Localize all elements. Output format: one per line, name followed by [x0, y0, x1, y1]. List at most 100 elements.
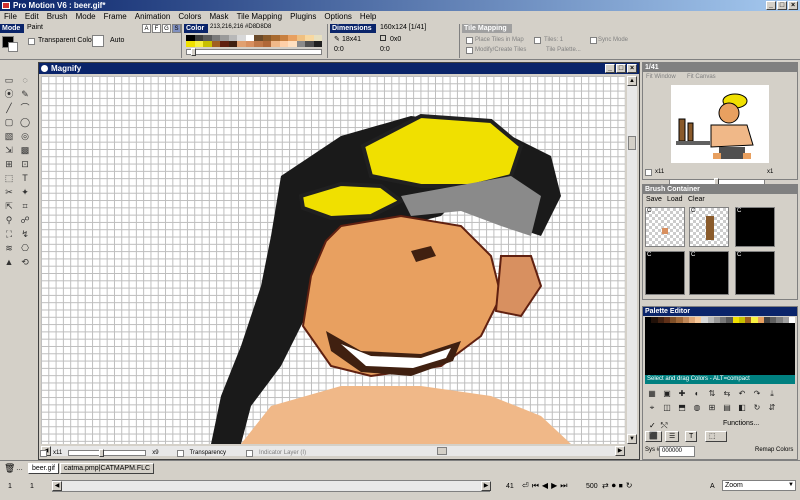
color-palette-strip[interactable] [186, 35, 322, 47]
effect-tool-icon[interactable]: ↯ [18, 228, 32, 241]
toolbar-color-swatch[interactable] [220, 41, 229, 47]
palette-undo-icon[interactable]: ↶ [737, 389, 747, 398]
palette-tab-2[interactable]: ☰ [665, 431, 680, 442]
pencil-tool-icon[interactable]: ✎ [18, 88, 32, 101]
filled-rect-tool-icon[interactable]: ▧ [2, 130, 16, 143]
brush-slot-5[interactable]: C [689, 251, 729, 295]
toolbar-color-swatch[interactable] [271, 41, 280, 47]
palette-tab-4[interactable]: ⬚ [705, 431, 727, 442]
mode-letter-s[interactable]: S [172, 24, 181, 33]
palette-grid-icon[interactable]: ▦ [647, 389, 657, 398]
rectangle-tool-icon[interactable]: ▢ [2, 116, 16, 129]
text-tool-icon[interactable]: T [18, 172, 32, 185]
menu-edit[interactable]: Edit [25, 12, 39, 21]
magnify-vertical-scrollbar[interactable]: ▲ ▼ [627, 76, 637, 444]
trash-icon[interactable]: 🗑 [4, 463, 15, 474]
tile-palette-button[interactable]: Tile Palette... [546, 47, 581, 53]
timeline-slider[interactable]: ◀ ▶ [52, 480, 491, 492]
brush-load-button[interactable]: Load [667, 196, 683, 203]
palette-down-icon[interactable]: ⤓ [767, 389, 777, 398]
menu-plugins[interactable]: Plugins [290, 12, 316, 21]
zoom-checkbox[interactable] [40, 449, 47, 457]
preview-zoom-checkbox[interactable] [645, 169, 652, 176]
menu-file[interactable]: File [4, 12, 17, 21]
sync-mode-checkbox[interactable] [590, 37, 597, 44]
toolbar-color-swatch[interactable] [203, 41, 212, 47]
brush-save-button[interactable]: Save [646, 196, 662, 203]
line-tool-icon[interactable]: ╱ [2, 102, 16, 115]
fill-tool-icon[interactable]: ⇲ [2, 144, 16, 157]
menu-frame[interactable]: Frame [104, 12, 127, 21]
palette-swap-icon[interactable]: ⇆ [722, 389, 732, 398]
shape-tool-icon[interactable]: ⎔ [18, 242, 32, 255]
move-tool-icon[interactable]: ⇱ [2, 200, 16, 213]
palette-rotate-icon[interactable]: ↻ [752, 403, 762, 412]
link-tool-icon[interactable]: ☍ [18, 214, 32, 227]
first-frame-icon[interactable]: ⏮ [532, 481, 539, 491]
spray-tool-icon[interactable]: ◎ [18, 130, 32, 143]
toolbar-color-swatch[interactable] [186, 41, 195, 47]
scroll-up-button[interactable]: ▲ [627, 76, 637, 86]
magnify-maximize-button[interactable]: □ [616, 64, 626, 73]
toolbar-color-swatch[interactable] [288, 41, 297, 47]
play-loop-icon[interactable]: ⏎ [522, 481, 529, 491]
cut-tool-icon[interactable]: ✂ [2, 186, 16, 199]
pattern-tool-icon[interactable]: ▩ [18, 144, 32, 157]
remap-colors-button[interactable]: Remap Colors [755, 447, 793, 453]
mode-letter-f[interactable]: F [152, 24, 161, 33]
palette-fill-icon[interactable]: ⬒ [677, 403, 687, 412]
brush-slot-6[interactable]: C [735, 251, 775, 295]
toolbar-color-swatch[interactable] [237, 41, 246, 47]
brush-slot-4[interactable]: C [645, 251, 685, 295]
rect-select-tool-icon[interactable]: ▭ [2, 74, 16, 87]
scroll-down-button[interactable]: ▼ [627, 434, 637, 444]
play-icon[interactable]: ▶ [551, 481, 557, 491]
mode-letter-g[interactable]: G [162, 24, 171, 33]
palette-hex-field[interactable]: 000000 [659, 446, 695, 457]
mode-letter-a[interactable]: A [142, 24, 151, 33]
tiles-count-checkbox[interactable] [534, 37, 541, 44]
pingpong-icon[interactable]: ⇄ [602, 481, 609, 491]
transparent-color-swatch[interactable] [92, 35, 104, 47]
palette-target-icon[interactable]: ⌖ [647, 403, 657, 412]
curve-tool-icon[interactable]: ⌒ [18, 102, 32, 115]
frame-tool-icon[interactable]: ⛶ [2, 228, 16, 241]
fit-window-button[interactable]: Fit Window [646, 74, 676, 80]
smear-tool-icon[interactable]: ≋ [2, 242, 16, 255]
ellipse-tool-icon[interactable]: ◯ [18, 116, 32, 129]
hash-tool-icon[interactable]: ⌗ [18, 200, 32, 213]
functions-button[interactable]: Functions... [723, 420, 759, 427]
toolbar-color-swatch[interactable] [245, 41, 254, 47]
transparency-checkbox[interactable] [176, 449, 184, 457]
palette-add-icon[interactable]: ✚ [677, 389, 687, 398]
brush-slot-3[interactable]: C [735, 207, 775, 247]
palette-reverse-icon[interactable]: ⇵ [767, 403, 777, 412]
color-slider[interactable] [186, 48, 322, 56]
palette-blend-icon[interactable]: ◍ [692, 403, 702, 412]
tab-beer-gif[interactable]: beer.gif [28, 463, 59, 474]
menu-brush[interactable]: Brush [47, 12, 68, 21]
menu-mode[interactable]: Mode [76, 12, 96, 21]
palette-expand-icon[interactable]: ⊞ [707, 403, 717, 412]
gradient-tool-icon[interactable]: ▲ [2, 256, 16, 269]
palette-sort-icon[interactable]: ⇅ [707, 389, 717, 398]
toolbar-color-swatch[interactable] [228, 41, 237, 47]
toolbar-color-swatch[interactable] [254, 41, 263, 47]
modify-tiles-checkbox[interactable] [466, 47, 473, 54]
magnify-minimize-button[interactable]: _ [605, 64, 615, 73]
selection-tool-icon[interactable]: ⬚ [2, 172, 16, 185]
grid-tool-icon[interactable]: ⊞ [2, 158, 16, 171]
palette-grid[interactable] [645, 323, 795, 375]
lasso-tool-icon[interactable]: ◌ [18, 74, 32, 87]
palette-frame-icon[interactable]: ▣ [662, 389, 672, 398]
magnifier-tool-icon[interactable]: ⚲ [2, 214, 16, 227]
menu-options[interactable]: Options [324, 12, 352, 21]
toolbar-color-swatch[interactable] [305, 41, 314, 47]
vertical-scroll-thumb[interactable] [628, 136, 636, 150]
toolbar-color-swatch[interactable] [194, 41, 203, 47]
palette-contrast-icon[interactable]: ◧ [737, 403, 747, 412]
indicator-layer-checkbox[interactable] [246, 449, 254, 457]
background-color-swatch[interactable] [8, 42, 18, 52]
palette-tab-1[interactable]: ⬛ [645, 431, 662, 442]
transparent-color-checkbox[interactable] [28, 38, 35, 45]
